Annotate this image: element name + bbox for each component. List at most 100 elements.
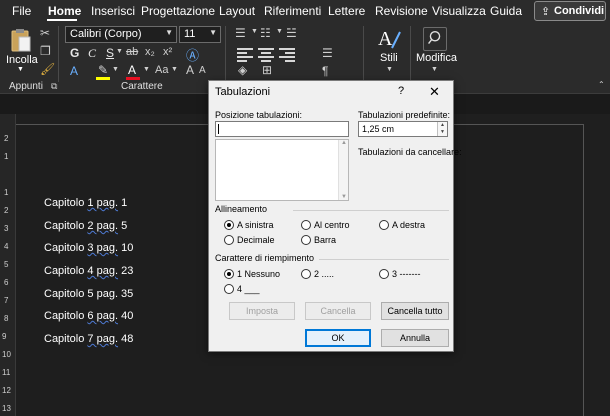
scroll-down-icon[interactable]: ▼ bbox=[341, 194, 347, 200]
clear-all-button[interactable]: Cancella tutto bbox=[381, 302, 449, 320]
document-line[interactable]: Capitolo 1 pag. 1 bbox=[44, 197, 127, 209]
copy-icon[interactable]: ❐ bbox=[40, 44, 51, 58]
menu-file[interactable]: File bbox=[12, 4, 31, 18]
grow-font-icon[interactable]: A bbox=[186, 63, 194, 77]
shrink-font-icon[interactable]: A bbox=[199, 65, 206, 76]
cut-icon[interactable]: ✂ bbox=[40, 26, 50, 40]
default-tabs-stepper[interactable]: 1,25 cm ▲ ▼ bbox=[358, 121, 448, 137]
menu-visualizza[interactable]: Visualizza bbox=[432, 4, 486, 18]
chevron-down-icon[interactable]: ▼ bbox=[431, 66, 438, 73]
document-line[interactable]: Capitolo 4 pag. 23 bbox=[44, 265, 133, 277]
menu-home[interactable]: Home bbox=[48, 4, 81, 18]
superscript-icon[interactable]: x² bbox=[163, 46, 172, 58]
paste-icon[interactable] bbox=[10, 27, 32, 55]
menu-lettere[interactable]: Lettere bbox=[328, 4, 365, 18]
strikethrough-icon[interactable]: ab bbox=[126, 46, 138, 58]
font-size-select[interactable]: 11 ▼ bbox=[179, 26, 221, 43]
align-center-label[interactable]: Al centro bbox=[314, 220, 350, 230]
leader-dots-label[interactable]: 2 ..... bbox=[314, 269, 334, 279]
leader-none-label[interactable]: 1 Nessuno bbox=[237, 269, 280, 279]
borders-icon[interactable]: ⊞ bbox=[262, 63, 272, 77]
cancel-button[interactable]: Annulla bbox=[381, 329, 449, 347]
collapse-ribbon-icon[interactable]: ⌃ bbox=[598, 80, 605, 89]
shading-icon[interactable]: ◈ bbox=[238, 63, 247, 77]
tab-positions-list[interactable]: ▲ ▼ bbox=[215, 139, 349, 201]
menu-revisione[interactable]: Revisione bbox=[375, 4, 428, 18]
chevron-down-icon[interactable]: ▼ bbox=[116, 48, 123, 55]
clear-button[interactable]: Cancella bbox=[305, 302, 371, 320]
scroll-up-icon[interactable]: ▲ bbox=[341, 140, 347, 146]
chevron-down-icon[interactable]: ▼ bbox=[251, 28, 258, 35]
radio-leader-dashes[interactable] bbox=[379, 269, 389, 279]
show-formatting-icon[interactable]: ¶ bbox=[322, 64, 328, 78]
vertical-scrollbar[interactable] bbox=[598, 114, 610, 416]
chevron-down-icon[interactable]: ▼ bbox=[276, 28, 283, 35]
multilevel-list-icon[interactable]: ☱ bbox=[286, 26, 297, 40]
document-line[interactable]: Capitolo 7 pag. 48 bbox=[44, 333, 133, 345]
menu-inserisci[interactable]: Inserisci bbox=[91, 4, 135, 18]
subscript-icon[interactable]: x₂ bbox=[145, 46, 155, 58]
radio-leader-underline[interactable] bbox=[224, 284, 234, 294]
clipboard-launcher-icon[interactable]: ⧉ bbox=[51, 81, 57, 92]
document-line[interactable]: Capitolo 6 pag. 40 bbox=[44, 310, 133, 322]
align-right-label[interactable]: A destra bbox=[392, 220, 425, 230]
share-button[interactable]: ⇪ Condividi bbox=[534, 1, 606, 21]
styles-label[interactable]: Stili bbox=[380, 52, 398, 64]
paste-dropdown-icon[interactable]: ▼ bbox=[17, 66, 24, 73]
ok-button[interactable]: OK bbox=[305, 329, 371, 347]
chevron-down-icon[interactable]: ▼ bbox=[386, 66, 393, 73]
font-color-icon[interactable]: A bbox=[128, 63, 136, 77]
underline-button[interactable]: S bbox=[106, 46, 114, 60]
bold-button[interactable]: G bbox=[70, 46, 79, 60]
chevron-down-icon[interactable]: ▼ bbox=[143, 66, 150, 73]
radio-align-decimal[interactable] bbox=[224, 235, 234, 245]
leader-underline-label[interactable]: 4 ___ bbox=[237, 284, 260, 294]
tab-position-input[interactable] bbox=[215, 121, 349, 137]
chevron-down-icon[interactable]: ▼ bbox=[171, 66, 178, 73]
line-text: Capitolo bbox=[44, 242, 88, 254]
document-line[interactable]: Capitolo 2 pag. 5 bbox=[44, 220, 127, 232]
align-left-icon[interactable] bbox=[237, 47, 253, 62]
set-button[interactable]: Imposta bbox=[229, 302, 295, 320]
document-line[interactable]: Capitolo 5 pag. 35 bbox=[44, 288, 133, 300]
align-right-icon[interactable] bbox=[279, 47, 295, 62]
menu-guida[interactable]: Guida bbox=[490, 4, 522, 18]
text-effects-icon[interactable]: Ⓐ bbox=[186, 45, 199, 64]
radio-align-center[interactable] bbox=[301, 220, 311, 230]
styles-icon[interactable]: A bbox=[377, 26, 403, 52]
font-name-select[interactable]: Calibri (Corpo) ▼ bbox=[65, 26, 177, 43]
radio-align-right[interactable] bbox=[379, 220, 389, 230]
paste-label[interactable]: Incolla bbox=[6, 54, 38, 66]
list-scrollbar[interactable]: ▲ ▼ bbox=[338, 140, 348, 200]
menu-layout[interactable]: Layout bbox=[219, 4, 255, 18]
document-line[interactable]: Capitolo 3 pag. 10 bbox=[44, 242, 133, 254]
edit-label[interactable]: Modifica bbox=[416, 52, 457, 64]
line-spacing-icon[interactable]: ☰ bbox=[322, 46, 333, 60]
radio-align-left[interactable] bbox=[224, 220, 234, 230]
numbering-icon[interactable]: ☷ bbox=[260, 26, 271, 40]
menu-progettazione[interactable]: Progettazione bbox=[141, 4, 215, 18]
radio-leader-dots[interactable] bbox=[301, 269, 311, 279]
change-case-icon[interactable]: Aa bbox=[155, 64, 168, 76]
text-effects-icon[interactable]: A bbox=[70, 64, 78, 78]
help-icon[interactable]: ? bbox=[398, 85, 404, 97]
highlight-icon[interactable]: ✎ bbox=[98, 63, 108, 77]
chevron-down-icon[interactable]: ▼ bbox=[112, 66, 119, 73]
align-center-icon[interactable] bbox=[258, 47, 274, 62]
radio-align-bar[interactable] bbox=[301, 235, 311, 245]
format-painter-icon[interactable]: 🖌 bbox=[40, 62, 55, 76]
align-decimal-label[interactable]: Decimale bbox=[237, 235, 275, 245]
leader-dashes-label[interactable]: 3 ------- bbox=[392, 269, 421, 279]
search-icon-box[interactable] bbox=[423, 27, 447, 51]
close-icon[interactable]: ✕ bbox=[429, 84, 440, 100]
align-bar-label[interactable]: Barra bbox=[314, 235, 336, 245]
stepper-up-icon[interactable]: ▲ bbox=[440, 122, 445, 128]
stepper-buttons[interactable]: ▲ ▼ bbox=[437, 122, 447, 136]
bullets-icon[interactable]: ☰ bbox=[235, 26, 246, 40]
italic-button[interactable]: C bbox=[88, 46, 96, 61]
menu-riferimenti[interactable]: Riferimenti bbox=[264, 4, 321, 18]
align-left-label[interactable]: A sinistra bbox=[237, 220, 274, 230]
radio-leader-none[interactable] bbox=[224, 269, 234, 279]
line-text: 5 bbox=[118, 220, 128, 232]
stepper-down-icon[interactable]: ▼ bbox=[440, 129, 445, 135]
